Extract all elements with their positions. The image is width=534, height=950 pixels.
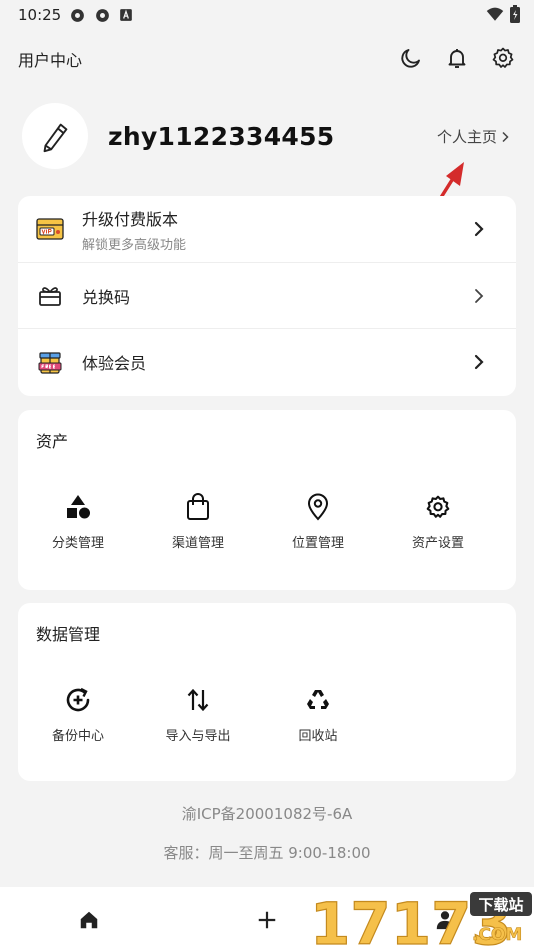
backup-icon — [66, 687, 90, 712]
upgrade-subtitle: 解锁更多高级功能 — [82, 237, 187, 253]
assets-title: 资产 — [36, 432, 69, 451]
moon-icon — [401, 49, 420, 68]
status-bar: 10:25 — [0, 0, 534, 30]
page-title: 用户中心 — [18, 51, 83, 70]
homepage-link-label: 个人主页 — [436, 128, 497, 146]
redeem-code-row[interactable]: 兑换码 — [18, 262, 516, 328]
bell-icon — [448, 49, 466, 68]
data-management-title: 数据管理 — [36, 625, 101, 644]
trial-membership-label: 体验会员 — [82, 353, 147, 373]
recycle-icon — [307, 690, 329, 709]
gear-icon — [426, 495, 450, 518]
recycle-bin-button[interactable]: 回收站 — [258, 685, 378, 744]
recycle-bin-label: 回收站 — [298, 729, 338, 744]
category-management-label: 分类管理 — [51, 536, 104, 551]
backup-center-button[interactable]: 备份中心 — [18, 685, 138, 744]
watermark-logo: 17173 下载站 .COM — [309, 889, 532, 950]
import-export-button[interactable]: 导入与导出 — [138, 685, 258, 744]
redeem-code-label: 兑换码 — [82, 287, 131, 307]
shopping-bag-icon — [187, 493, 209, 520]
pen-icon — [43, 123, 68, 153]
settings-button[interactable] — [490, 45, 516, 71]
asset-settings-button[interactable]: 资产设置 — [378, 492, 498, 551]
dark-mode-button[interactable] — [398, 45, 424, 71]
avatar[interactable] — [22, 103, 88, 169]
location-pin-icon — [307, 493, 329, 521]
assets-grid: 分类管理 渠道管理 位置管理 资产设置 — [18, 492, 516, 551]
wifi-icon — [486, 7, 504, 21]
backup-center-label: 备份中心 — [51, 729, 104, 744]
font-a-icon — [120, 9, 133, 21]
asset-settings-label: 资产设置 — [411, 536, 464, 551]
shapes-icon — [67, 495, 90, 519]
watermark-domain: .COM — [472, 925, 522, 945]
username: zhy1122334455 — [108, 121, 335, 151]
trial-membership-row[interactable]: 体验会员 — [18, 328, 516, 394]
channel-management-button[interactable]: 渠道管理 — [138, 492, 258, 551]
assets-card: 资产 分类管理 渠道管理 位置管理 资产设置 — [18, 410, 516, 590]
import-export-icon — [187, 688, 209, 712]
top-bar: 用户中心 — [0, 36, 534, 82]
data-management-card: 数据管理 备份中心 导入与导出 回收站 — [18, 603, 516, 781]
home-icon — [80, 911, 98, 929]
location-management-label: 位置管理 — [291, 536, 344, 551]
icp-license: 渝ICP备20001082号-6A — [181, 805, 353, 823]
settings-gear-icon — [71, 8, 85, 22]
upgrade-row[interactable]: 升级付费版本 解锁更多高级功能 — [18, 196, 516, 262]
category-management-button[interactable]: 分类管理 — [18, 492, 138, 551]
chevron-right-icon — [474, 354, 484, 370]
data-management-grid: 备份中心 导入与导出 回收站 — [18, 685, 516, 744]
import-export-label: 导入与导出 — [165, 729, 231, 744]
watermark-badge: 下载站 — [478, 896, 523, 914]
vip-ticket-icon — [36, 218, 64, 240]
free-gift-icon — [38, 351, 62, 374]
settings-gear-icon — [96, 8, 110, 22]
add-icon — [258, 911, 276, 929]
chevron-right-icon — [474, 221, 484, 237]
channel-management-label: 渠道管理 — [171, 536, 224, 551]
chevron-right-icon — [502, 131, 509, 142]
status-time: 10:25 — [18, 6, 62, 24]
menu-card: 升级付费版本 解锁更多高级功能 兑换码 体验会员 — [18, 196, 516, 396]
chevron-right-icon — [475, 289, 484, 303]
upgrade-label: 升级付费版本 — [82, 209, 179, 229]
service-hours: 客服：周一至周五 9:00-18:00 — [163, 844, 371, 862]
nav-add[interactable] — [252, 905, 282, 935]
notifications-button[interactable] — [444, 45, 470, 71]
gear-icon — [492, 47, 514, 68]
battery-icon — [510, 5, 520, 23]
location-management-button[interactable]: 位置管理 — [258, 492, 378, 551]
nav-home[interactable] — [74, 905, 104, 935]
gift-box-icon — [39, 286, 61, 306]
homepage-link[interactable]: 个人主页 — [437, 126, 510, 147]
